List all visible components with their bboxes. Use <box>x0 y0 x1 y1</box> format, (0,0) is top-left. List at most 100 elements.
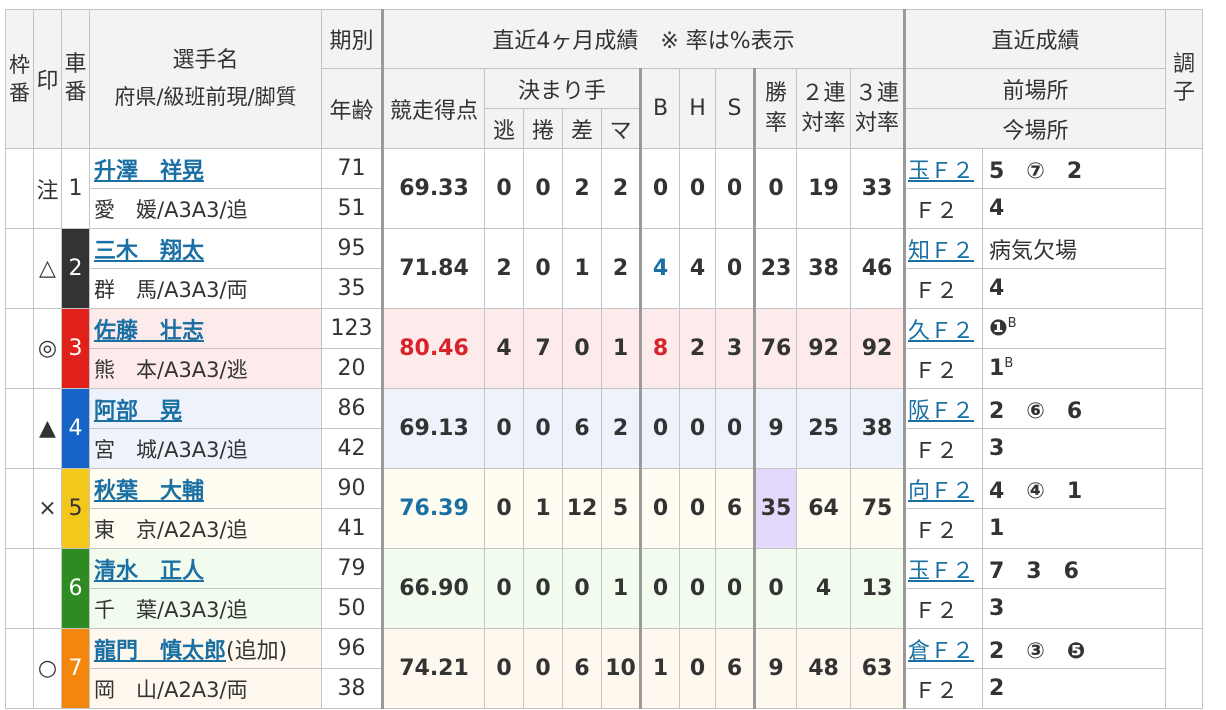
b-value: 0 <box>639 388 680 469</box>
now-result: 1B <box>982 348 1166 389</box>
win-rate-value: 23 <box>753 228 797 309</box>
header-name-label: 選手名 <box>172 48 239 73</box>
rider-name-link[interactable]: 清水 正人 <box>94 559 204 584</box>
now-result-text: 1 <box>989 356 1005 381</box>
prev-result: 4 ④ 1 <box>982 468 1166 509</box>
prev-venue-link[interactable]: 知Ｆ２ <box>908 239 974 264</box>
prev-result-sup: B <box>1007 316 1017 331</box>
ren2-rate-value: 48 <box>796 628 851 709</box>
makuri-value: 0 <box>523 628 563 709</box>
prev-result-text: 7 3 6 <box>989 558 1079 584</box>
table-row: ○ 7 龍門 慎太郎(追加) 96 74.21 0 0 6 10 1 0 6 9 48 63 倉Ｆ２ 2 ③ ❺ <box>5 628 1203 709</box>
kibetsu-value: 90 <box>321 468 383 509</box>
header-waku: 枠番 <box>5 9 34 149</box>
choshi-cell <box>1165 548 1203 629</box>
prev-venue-cell: 玉Ｆ２ <box>903 548 983 589</box>
rider-pref: 愛 媛/A3A3/追 <box>89 188 322 229</box>
prev-venue-link[interactable]: 倉Ｆ２ <box>908 639 974 664</box>
h-value: 0 <box>679 388 716 469</box>
rider-pref: 宮 城/A3A3/追 <box>89 428 322 469</box>
h-value: 0 <box>679 548 716 629</box>
rider-name-link[interactable]: 秋葉 大輔 <box>94 479 204 504</box>
age-value: 41 <box>321 508 383 549</box>
now-result: 4 <box>982 188 1166 229</box>
waku-cell <box>5 468 34 549</box>
header-ren3: ３連対率 <box>850 68 905 149</box>
makuri-value: 1 <box>523 468 563 549</box>
header-choshi: 調子 <box>1165 9 1203 149</box>
nige-value: 0 <box>484 628 524 709</box>
h-value: 2 <box>679 308 716 389</box>
rider-name-cell: 升澤 祥晃 <box>89 148 322 189</box>
rider-name-link[interactable]: 佐藤 壮志 <box>94 319 204 344</box>
prev-venue-cell: 向Ｆ２ <box>903 468 983 509</box>
s-value: 6 <box>715 468 755 549</box>
ren2-rate-value: 64 <box>796 468 851 549</box>
rider-pref: 群 馬/A3A3/両 <box>89 268 322 309</box>
h-value: 0 <box>679 148 716 229</box>
now-result-text: 3 <box>989 596 1005 621</box>
b-value: 4 <box>639 228 680 309</box>
ma-value: 2 <box>601 148 641 229</box>
ren3-rate-value: 33 <box>850 148 905 229</box>
header-nige: 逃 <box>484 108 524 149</box>
kibetsu-value: 71 <box>321 148 383 189</box>
sashi-value: 0 <box>562 308 602 389</box>
car-number: 1 <box>61 148 90 229</box>
kibetsu-value: 95 <box>321 228 383 269</box>
header-shirushi: 印 <box>33 9 62 149</box>
h-value: 4 <box>679 228 716 309</box>
prev-venue-link[interactable]: 阪Ｆ２ <box>908 399 974 424</box>
now-venue: Ｆ２ <box>903 188 983 229</box>
makuri-value: 0 <box>523 228 563 309</box>
score-value: 74.21 <box>381 628 485 709</box>
rider-name-cell: 佐藤 壮志 <box>89 308 322 349</box>
nige-value: 0 <box>484 548 524 629</box>
prev-venue-link[interactable]: 玉Ｆ２ <box>908 559 974 584</box>
s-value: 3 <box>715 308 755 389</box>
prev-venue-cell: 倉Ｆ２ <box>903 628 983 669</box>
prev-venue-link[interactable]: 向Ｆ２ <box>908 479 974 504</box>
rider-name-link[interactable]: 三木 翔太 <box>94 239 204 264</box>
now-result: 3 <box>982 588 1166 629</box>
b-value: 8 <box>639 308 680 389</box>
nige-value: 0 <box>484 468 524 549</box>
s-value: 0 <box>715 548 755 629</box>
choshi-cell <box>1165 628 1203 709</box>
nige-value: 0 <box>484 148 524 229</box>
rider-name-link[interactable]: 升澤 祥晃 <box>94 159 204 184</box>
prev-venue-cell: 知Ｆ２ <box>903 228 983 269</box>
now-venue: Ｆ２ <box>903 508 983 549</box>
prev-venue-link[interactable]: 玉Ｆ２ <box>908 159 974 184</box>
car-number: 7 <box>61 628 90 709</box>
car-number: 6 <box>61 548 90 629</box>
header-s: S <box>715 68 755 149</box>
s-value: 0 <box>715 148 755 229</box>
choshi-cell <box>1165 388 1203 469</box>
prev-result: 2 ③ ❺ <box>982 628 1166 669</box>
rider-name-link[interactable]: 阿部 晃 <box>94 399 182 424</box>
kibetsu-value: 96 <box>321 628 383 669</box>
choshi-cell <box>1165 228 1203 309</box>
prev-venue-cell: 久Ｆ２ <box>903 308 983 349</box>
ma-value: 2 <box>601 388 641 469</box>
win-rate-value: 35 <box>753 468 797 549</box>
score-value: 66.90 <box>381 548 485 629</box>
prev-venue-link[interactable]: 久Ｆ２ <box>908 319 974 344</box>
ren3-rate-value: 75 <box>850 468 905 549</box>
header-name-sub: 府県/級班前現/脚質 <box>114 85 297 109</box>
header-ren2: ２連対率 <box>796 68 851 149</box>
now-result-text: 3 <box>989 436 1005 461</box>
win-rate-value: 0 <box>753 148 797 229</box>
header-ma: マ <box>601 108 641 149</box>
choshi-cell <box>1165 468 1203 549</box>
waku-cell <box>5 628 34 709</box>
makuri-value: 0 <box>523 148 563 229</box>
ren2-rate-value: 38 <box>796 228 851 309</box>
rider-name-link[interactable]: 龍門 慎太郎 <box>94 639 226 664</box>
age-value: 50 <box>321 588 383 629</box>
now-result-text: 4 <box>989 276 1005 301</box>
rider-pref: 熊 本/A3A3/逃 <box>89 348 322 389</box>
score-value: 80.46 <box>381 308 485 389</box>
ma-value: 2 <box>601 228 641 309</box>
